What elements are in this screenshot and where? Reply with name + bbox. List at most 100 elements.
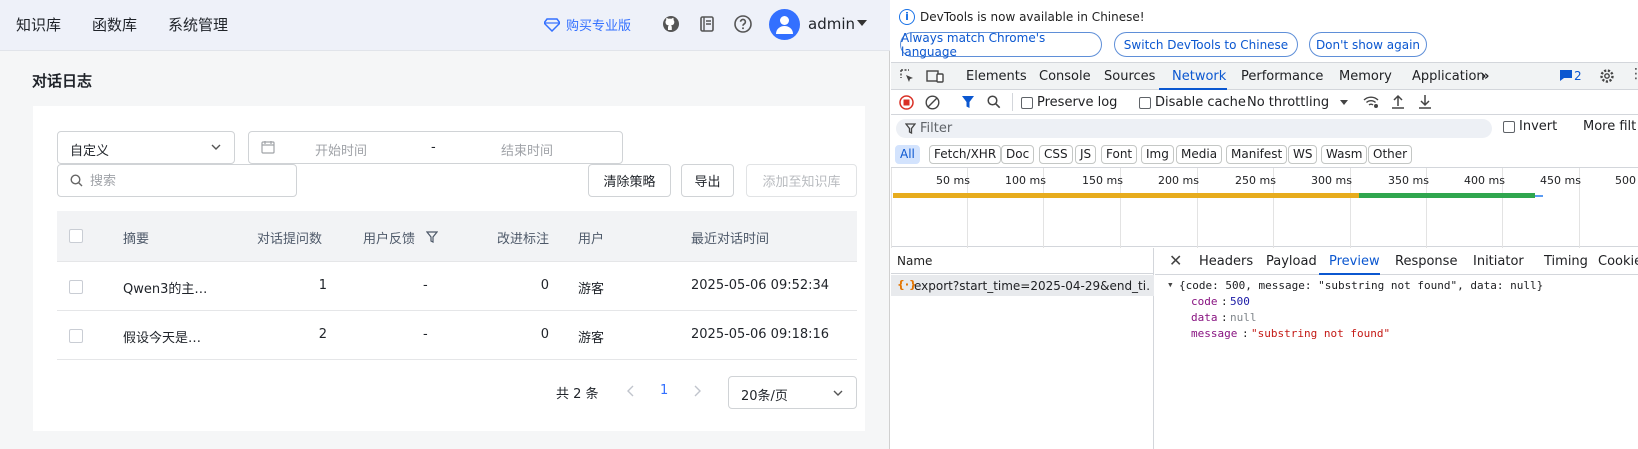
filter-icon[interactable] <box>426 231 438 243</box>
cell-user: 游客 <box>578 331 605 346</box>
table-row[interactable]: Qwen3的主… 1 - 0 游客 2025-05-06 09:52:34 <box>57 262 857 311</box>
type-doc[interactable]: Doc <box>1001 145 1035 164</box>
timeline-download-bar <box>1359 193 1535 198</box>
invert-box[interactable] <box>1503 120 1515 133</box>
tab-elements[interactable]: Elements <box>966 69 1027 84</box>
tab-memory[interactable]: Memory <box>1339 69 1392 84</box>
more-options-icon[interactable]: ⋮ <box>1629 66 1638 82</box>
github-icon[interactable] <box>661 14 681 34</box>
search-icon[interactable] <box>987 95 1001 109</box>
select-all-checkbox[interactable] <box>69 229 83 243</box>
type-ws[interactable]: WS <box>1288 145 1318 164</box>
tab-network[interactable]: Network <box>1172 69 1226 84</box>
cell-user: 游客 <box>578 282 605 297</box>
date-range-picker[interactable]: 开始时间 - 结束时间 <box>248 131 623 164</box>
nav-item-functions[interactable]: 函数库 <box>92 14 137 35</box>
row-checkbox[interactable] <box>69 329 83 343</box>
disable-cache-box[interactable] <box>1139 96 1151 109</box>
issues-icon[interactable] <box>1559 69 1573 82</box>
network-conditions-icon[interactable] <box>1363 95 1379 109</box>
type-img[interactable]: Img <box>1141 145 1174 164</box>
tab-initiator[interactable]: Initiator <box>1473 254 1524 269</box>
network-timeline[interactable]: 50 ms 100 ms 150 ms 200 ms 250 ms 300 ms… <box>891 167 1638 248</box>
issues-count[interactable]: 2 <box>1574 69 1582 83</box>
table-row[interactable]: 假设今天是… 2 - 0 游客 2025-05-06 09:18:16 <box>57 311 857 360</box>
username[interactable]: admin <box>808 15 855 33</box>
help-icon[interactable] <box>733 14 753 34</box>
type-manifest[interactable]: Manifest <box>1226 145 1288 164</box>
preserve-log-label: Preserve log <box>1037 95 1118 110</box>
always-match-language-button[interactable]: Always match Chrome's language <box>900 31 1102 59</box>
avatar[interactable] <box>769 9 800 40</box>
type-css[interactable]: CSS <box>1039 145 1073 164</box>
tab-cookies[interactable]: Cookie <box>1598 254 1638 269</box>
json-value-message: "substring not found" <box>1251 327 1391 340</box>
request-name: export?start_time=2025-04-29&end_ti… <box>914 279 1150 293</box>
chevron-left-icon[interactable] <box>626 384 636 398</box>
filter-placeholder: Filter <box>920 121 953 136</box>
type-other[interactable]: Other <box>1368 145 1413 164</box>
tab-timing[interactable]: Timing <box>1544 254 1588 269</box>
tab-application[interactable]: Application <box>1412 69 1485 84</box>
export-har-icon[interactable] <box>1418 94 1432 109</box>
type-all[interactable]: All <box>895 145 920 164</box>
preserve-log-box[interactable] <box>1021 96 1033 109</box>
cell-feedback: - <box>423 278 428 293</box>
caret-down-icon[interactable] <box>1340 100 1348 105</box>
device-toolbar-icon[interactable] <box>926 68 944 84</box>
inspect-element-icon[interactable] <box>899 68 915 84</box>
start-time-placeholder[interactable]: 开始时间 <box>315 140 367 159</box>
search-box[interactable] <box>57 164 297 197</box>
row-checkbox[interactable] <box>69 280 83 294</box>
dont-show-again-button[interactable]: Don't show again <box>1309 32 1427 57</box>
invert-checkbox[interactable]: Invert <box>1503 119 1557 134</box>
filter-icon[interactable] <box>961 95 975 109</box>
preserve-log-checkbox[interactable]: Preserve log <box>1021 95 1117 110</box>
type-wasm[interactable]: Wasm <box>1321 145 1368 164</box>
clear-icon[interactable] <box>925 95 940 110</box>
disable-cache-checkbox[interactable]: Disable cache <box>1139 95 1246 110</box>
end-time-placeholder[interactable]: 结束时间 <box>501 140 553 159</box>
tab-console[interactable]: Console <box>1039 69 1091 84</box>
json-summary[interactable]: {code: 500, message: "substring not foun… <box>1179 279 1543 292</box>
date-range-select[interactable]: 自定义 <box>57 131 235 164</box>
record-stop-icon[interactable] <box>899 95 914 110</box>
add-to-knowledge-base-button[interactable]: 添加至知识库 <box>746 164 857 197</box>
type-font[interactable]: Font <box>1101 145 1138 164</box>
settings-gear-icon[interactable] <box>1599 68 1615 84</box>
type-js[interactable]: JS <box>1075 145 1097 164</box>
user-icon <box>776 16 793 34</box>
more-filters-button[interactable]: More filt <box>1583 119 1636 134</box>
filter-input[interactable]: Filter <box>896 119 1492 138</box>
nav-item-knowledge[interactable]: 知识库 <box>16 14 61 35</box>
network-toolbar: Preserve log Disable cache No throttling <box>891 90 1638 115</box>
more-tabs-icon[interactable]: » <box>1481 69 1489 84</box>
page-size-select[interactable]: 20条/页 <box>728 376 857 409</box>
invert-label: Invert <box>1519 119 1558 134</box>
triangle-down-icon[interactable]: ▾ <box>1167 278 1174 291</box>
clear-policy-button[interactable]: 清除策略 <box>588 164 671 197</box>
filter-bar: Filter Invert More filt <box>891 116 1638 142</box>
import-har-icon[interactable] <box>1391 94 1405 109</box>
name-column-header[interactable]: Name <box>897 254 932 268</box>
request-row[interactable]: {·} export?start_time=2025-04-29&end_ti… <box>891 275 1154 296</box>
type-media[interactable]: Media <box>1176 145 1223 164</box>
page-number-current[interactable]: 1 <box>660 383 668 398</box>
nav-item-system[interactable]: 系统管理 <box>168 14 228 35</box>
caret-down-icon[interactable] <box>857 20 867 26</box>
tab-sources[interactable]: Sources <box>1104 69 1155 84</box>
throttling-select[interactable]: No throttling <box>1247 95 1329 110</box>
book-icon[interactable] <box>697 14 717 34</box>
search-input[interactable] <box>90 171 280 191</box>
tab-headers[interactable]: Headers <box>1199 254 1253 269</box>
type-fetch-xhr[interactable]: Fetch/XHR <box>929 145 1002 164</box>
tab-response[interactable]: Response <box>1395 254 1457 269</box>
chevron-right-icon[interactable] <box>692 384 702 398</box>
switch-to-chinese-button[interactable]: Switch DevTools to Chinese <box>1114 32 1298 57</box>
export-button[interactable]: 导出 <box>681 164 734 197</box>
tab-preview[interactable]: Preview <box>1329 254 1380 269</box>
tab-performance[interactable]: Performance <box>1241 69 1323 84</box>
close-icon[interactable]: ✕ <box>1169 251 1182 270</box>
buy-pro-link[interactable]: 购买专业版 <box>544 15 631 34</box>
tab-payload[interactable]: Payload <box>1266 254 1317 269</box>
